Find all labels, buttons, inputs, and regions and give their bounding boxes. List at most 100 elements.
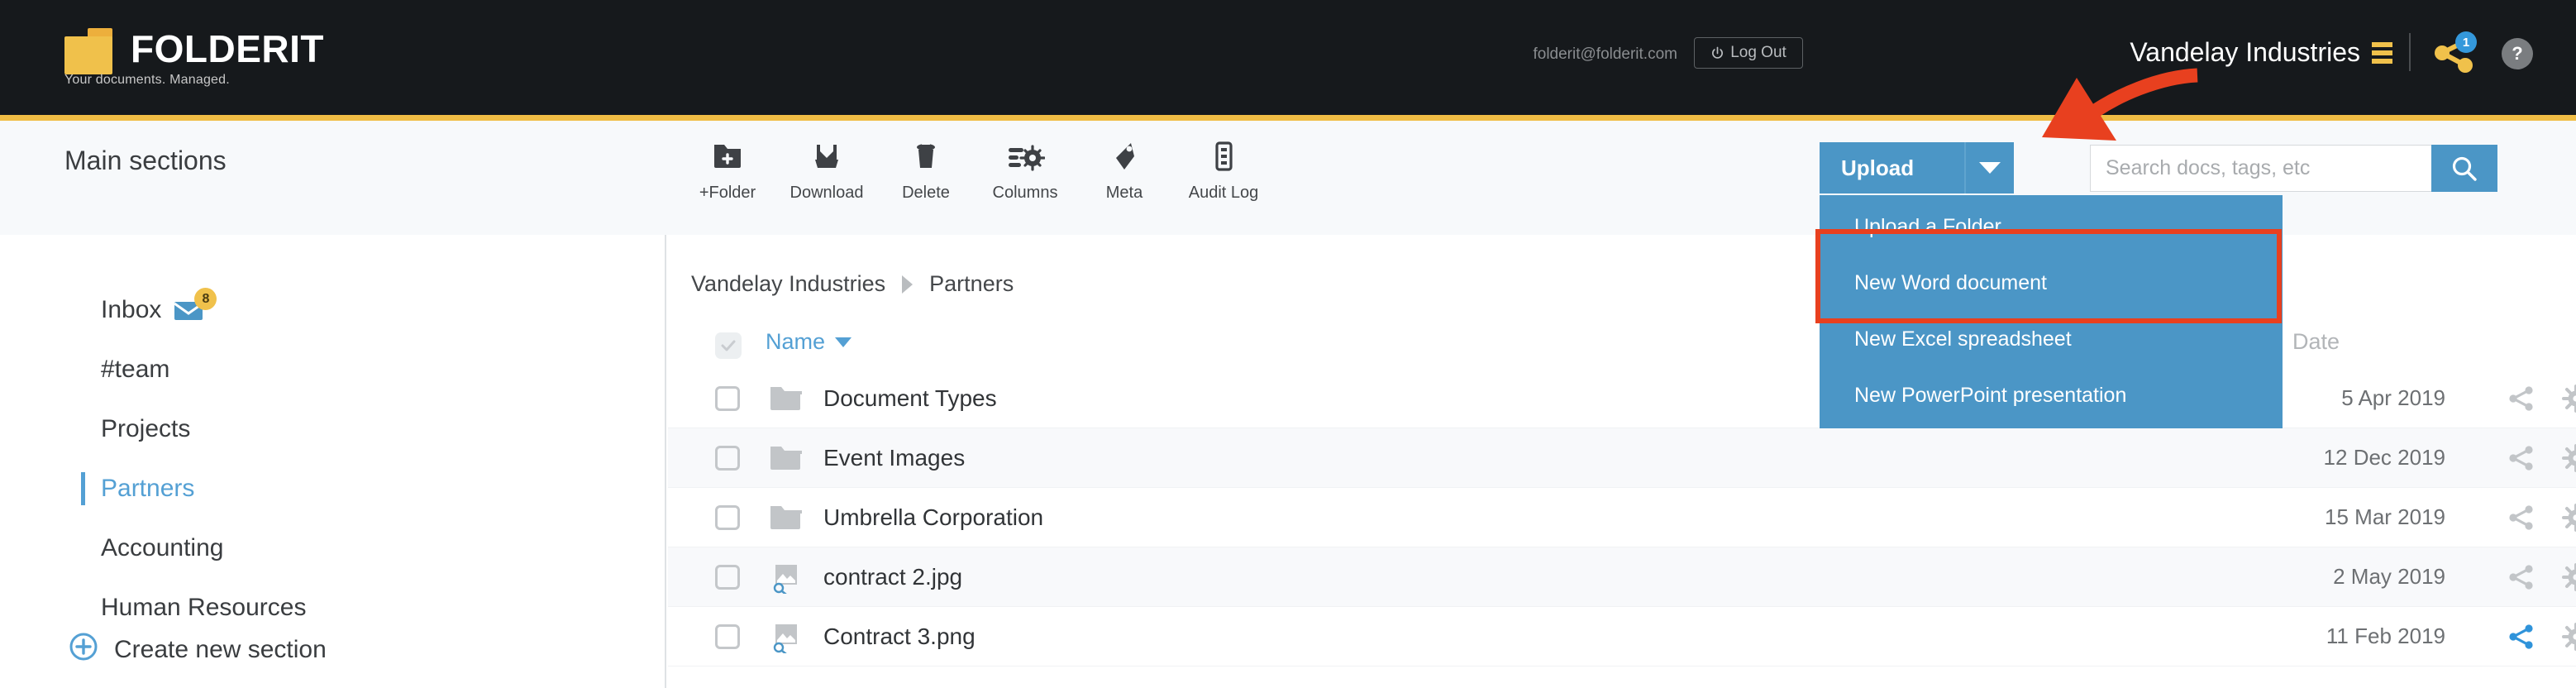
toolbar-item-download[interactable]: Download [777, 136, 876, 203]
brand-logo[interactable]: FOLDERIT [64, 28, 324, 74]
sidebar: Inbox 8 #team Projects Partners Accounti… [0, 235, 666, 688]
file-list: Document Types 5 Apr 2019 Event Images 1… [668, 369, 2576, 666]
row-name: Document Types [823, 385, 997, 411]
menu-item-upload-folder[interactable]: Upload a Folder [1820, 198, 2283, 255]
sidebar-item-accounting[interactable]: Accounting [0, 518, 665, 578]
row-name: Event Images [823, 444, 966, 471]
chevron-down-icon [1979, 162, 2001, 174]
sort-desc-icon [835, 337, 852, 347]
content-area: Vandelay Industries Partners Name Date D… [668, 235, 2576, 688]
row-date: 12 Dec 2019 [2323, 445, 2445, 470]
download-tray-icon [809, 136, 845, 177]
question-mark-icon[interactable]: ? [2502, 38, 2533, 69]
select-all-checkbox[interactable] [715, 332, 742, 359]
table-row[interactable]: Document Types 5 Apr 2019 [668, 369, 2576, 428]
gear-icon[interactable] [2562, 384, 2576, 413]
sidebar-item-projects[interactable]: Projects [0, 399, 665, 459]
toolbar-label: Meta [1105, 184, 1143, 202]
page-title: Main sections [64, 146, 227, 175]
columns-settings-icon [1005, 136, 1045, 177]
gear-icon[interactable] [2562, 503, 2576, 532]
folder-plus-icon [709, 136, 746, 177]
sidebar-item-label: Human Resources [101, 594, 307, 621]
toolbar-label: Columns [992, 184, 1058, 202]
logout-label: Log Out [1730, 44, 1787, 61]
toolbar-label: Delete [902, 184, 950, 202]
row-date: 15 Mar 2019 [2325, 504, 2445, 529]
menu-item-new-word-document[interactable]: New Word document [1820, 255, 2283, 311]
gear-icon[interactable] [2562, 622, 2576, 651]
row-actions [2507, 562, 2576, 591]
sidebar-item-human-resources[interactable]: Human Resources [0, 578, 665, 638]
toolbar-item-meta[interactable]: Meta [1075, 136, 1174, 203]
row-name: Contract 3.png [823, 623, 976, 649]
table-row[interactable]: Event Images 12 Dec 2019 [668, 428, 2576, 488]
row-actions [2507, 503, 2576, 532]
row-checkbox[interactable] [715, 504, 740, 530]
upload-button[interactable]: Upload [1820, 142, 1964, 194]
sidebar-item-team[interactable]: #team [0, 340, 665, 399]
row-checkbox[interactable] [715, 564, 740, 590]
table-row[interactable]: contract 2.jpg 2 May 2019 [668, 547, 2576, 607]
plus-circle-icon [69, 633, 98, 667]
row-actions [2507, 384, 2576, 413]
brand-name: FOLDERIT [131, 27, 324, 70]
audit-log-icon [1205, 136, 1242, 177]
row-checkbox[interactable] [715, 385, 740, 411]
toolbar-item-columns[interactable]: Columns [976, 136, 1075, 203]
top-header-bar: FOLDERIT Your documents. Managed. folder… [0, 0, 2576, 121]
row-date: 2 May 2019 [2333, 564, 2445, 589]
toolbar-item-audit-log[interactable]: Audit Log [1174, 136, 1273, 203]
checkbox-checked-icon [721, 340, 736, 351]
row-checkbox[interactable] [715, 624, 740, 649]
row-actions [2507, 622, 2576, 651]
trash-icon [908, 136, 944, 177]
menu-item-new-excel-spreadsheet[interactable]: New Excel spreadsheet [1820, 311, 2283, 367]
column-header-name-label: Name [766, 329, 826, 354]
envelope-icon: 8 [173, 288, 217, 322]
folder-icon [769, 443, 804, 473]
gear-icon[interactable] [2562, 443, 2576, 472]
row-date: 11 Feb 2019 [2326, 624, 2445, 648]
share-icon[interactable] [2507, 563, 2535, 591]
share-icon[interactable] [2507, 623, 2535, 651]
sidebar-item-partners[interactable]: Partners [0, 459, 665, 518]
column-header-date[interactable]: Date [2292, 329, 2340, 355]
inbox-badge-count: 8 [194, 288, 217, 310]
organization-label: Vandelay Industries [2130, 37, 2360, 67]
search-bar [2090, 145, 2497, 192]
table-row[interactable]: Contract 3.png 11 Feb 2019 [668, 607, 2576, 666]
table-row[interactable]: Umbrella Corporation 15 Mar 2019 [668, 488, 2576, 547]
image-search-icon [769, 562, 804, 595]
toolbar-label: Audit Log [1188, 184, 1259, 202]
menu-item-new-powerpoint-presentation[interactable]: New PowerPoint presentation [1820, 367, 2283, 423]
search-input[interactable] [2090, 145, 2431, 192]
sidebar-items: Inbox 8 #team Projects Partners Accounti… [0, 280, 665, 638]
search-button[interactable] [2431, 145, 2497, 192]
header-divider [2409, 33, 2411, 71]
share-icon[interactable] [2507, 444, 2535, 472]
folder-logo-icon [64, 28, 112, 74]
gear-icon[interactable] [2562, 562, 2576, 591]
create-new-section-label: Create new section [114, 636, 327, 663]
share-icon[interactable]: 1 [2432, 31, 2478, 73]
column-header-name[interactable]: Name [766, 329, 852, 355]
sidebar-item-label: #team [101, 356, 170, 383]
sidebar-item-inbox[interactable]: Inbox 8 [0, 280, 665, 340]
create-new-section-button[interactable]: Create new section [69, 633, 327, 667]
share-badge-count: 1 [2455, 31, 2477, 53]
share-icon[interactable] [2507, 504, 2535, 532]
organization-name[interactable]: Vandelay Industries [2130, 37, 2392, 68]
logout-button[interactable]: Log Out [1694, 37, 1803, 69]
toolbar-item-new-folder[interactable]: +Folder [678, 136, 777, 203]
upload-button-group: Upload [1820, 142, 2014, 194]
sidebar-item-label: Accounting [101, 534, 224, 561]
share-icon[interactable] [2507, 385, 2535, 413]
row-checkbox[interactable] [715, 445, 740, 471]
upload-dropdown-toggle[interactable] [1964, 142, 2014, 194]
toolbar-item-delete[interactable]: Delete [876, 136, 976, 203]
hamburger-icon[interactable] [2372, 41, 2392, 64]
breadcrumb-item-current[interactable]: Partners [929, 271, 1014, 297]
breadcrumb-item-root[interactable]: Vandelay Industries [691, 271, 885, 297]
image-search-icon [769, 622, 804, 655]
